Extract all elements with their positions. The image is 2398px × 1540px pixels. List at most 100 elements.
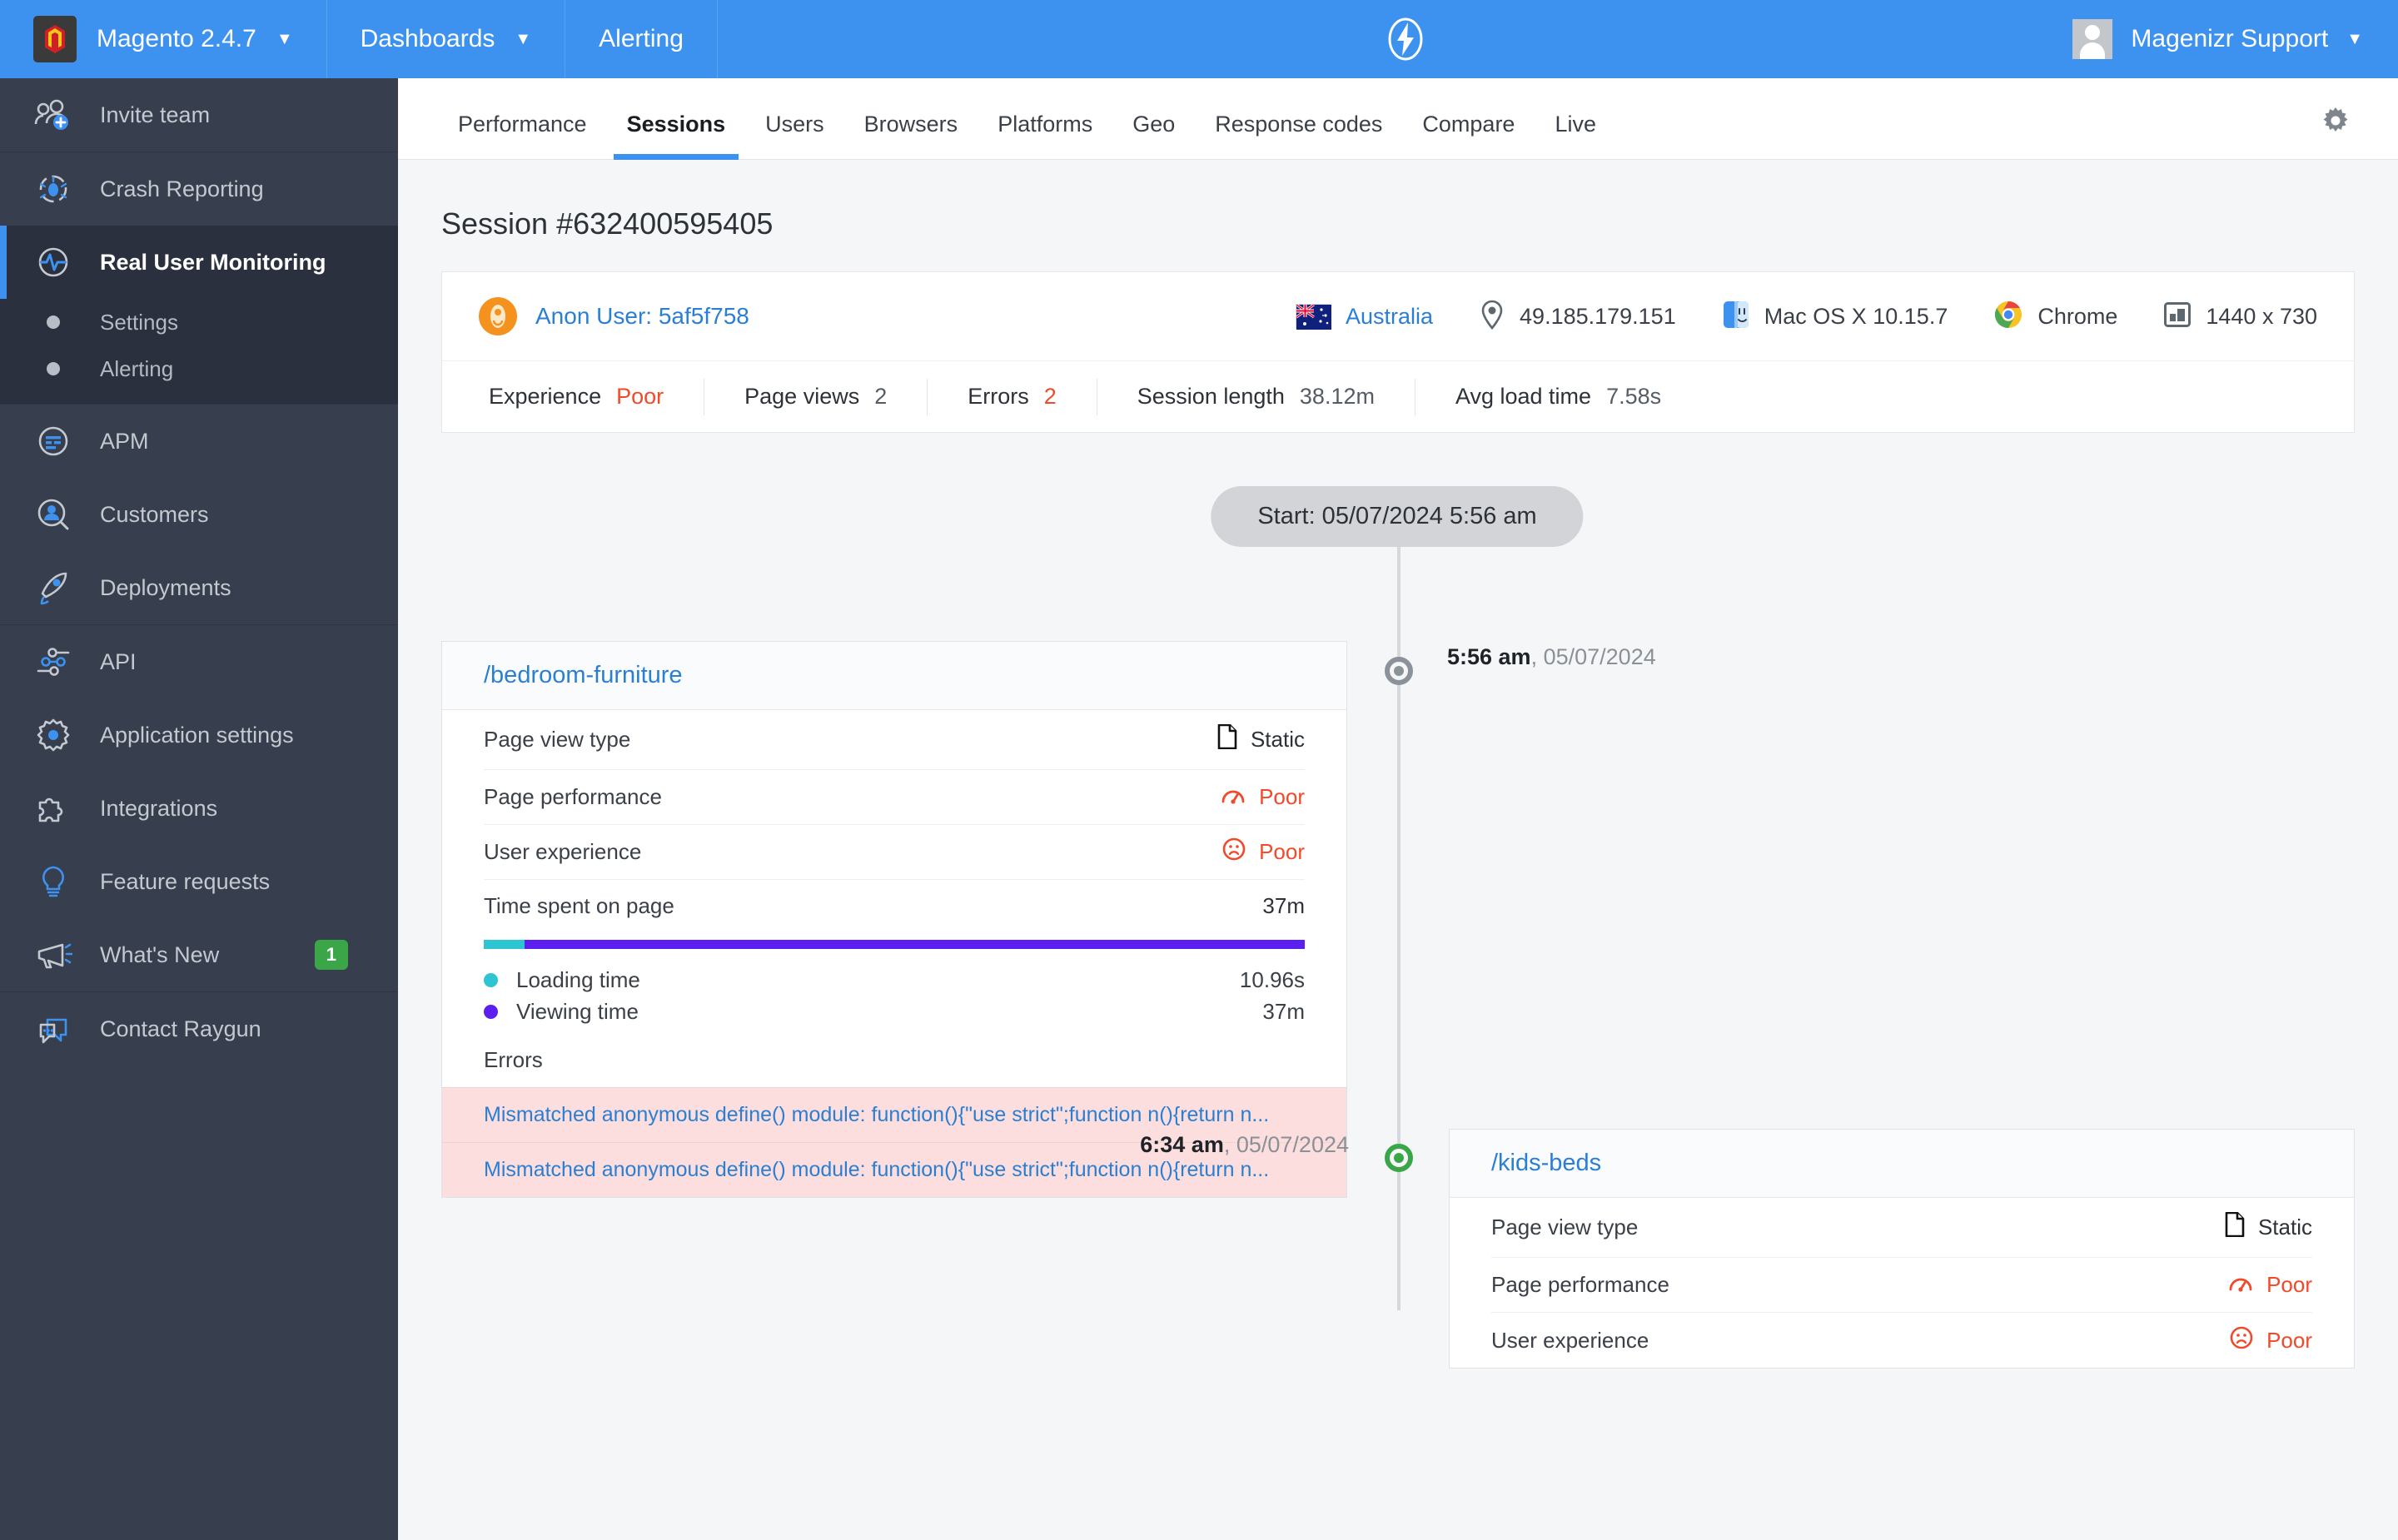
tab-users[interactable]: Users: [745, 112, 844, 159]
stat-label: Session length: [1137, 384, 1285, 409]
anon-user-icon: [479, 297, 517, 335]
top-bar: Magento 2.4.7 ▼ Dashboards ▼ Alerting Ma…: [0, 0, 2398, 78]
sidebar-item-label: What's New: [100, 941, 220, 967]
session-device-meta: Australia 49.185.179.151 Mac OS X 10.15.…: [1295, 300, 2317, 334]
sidebar-item-api[interactable]: API: [0, 625, 398, 698]
row-value: Static: [1217, 723, 1305, 755]
sidebar-item-invite-team[interactable]: Invite team: [0, 78, 398, 152]
timeline-event-time-text: 6:34 am: [1140, 1132, 1224, 1157]
magento-logo-icon: [33, 16, 77, 62]
deployments-icon: [30, 564, 77, 611]
legend-value: 10.96s: [1239, 966, 1305, 992]
sidebar-item-label: Real User Monitoring: [100, 249, 326, 275]
dashboards-menu[interactable]: Dashboards ▼: [327, 0, 566, 78]
tab-live[interactable]: Live: [1535, 112, 1616, 159]
api-icon: [30, 638, 77, 685]
country-meta[interactable]: Australia: [1295, 303, 1434, 330]
brand-menu[interactable]: Magento 2.4.7 ▼: [0, 0, 327, 78]
sidebar-item-label: Customers: [100, 501, 209, 527]
anon-user[interactable]: Anon User: 5af5f758: [479, 297, 749, 335]
sidebar-item-customers[interactable]: Customers: [0, 478, 398, 551]
tab-response-codes[interactable]: Response codes: [1195, 112, 1402, 159]
session-timeline: Start: 05/07/2024 5:56 am 5:56 am, 05/07…: [398, 478, 2398, 1369]
sidebar: Invite team Crash Reporting Real User Mo…: [0, 78, 398, 1540]
browser-meta: Chrome: [1994, 301, 2117, 333]
row-value-text: Static: [2257, 1215, 2312, 1239]
tab-performance[interactable]: Performance: [438, 112, 607, 159]
pageview-row-page-view-type: Page view type Static: [484, 710, 1305, 770]
stat-value: 2: [874, 384, 888, 409]
row-label: Page performance: [1491, 1272, 1669, 1297]
sidebar-item-alerting[interactable]: Alerting: [0, 345, 398, 392]
gear-icon[interactable]: [2320, 105, 2351, 141]
sidebar-item-crash-reporting[interactable]: Crash Reporting: [0, 152, 398, 226]
sidebar-item-application-settings[interactable]: Application settings: [0, 698, 398, 772]
pageview-row-page-performance: Page performance Poor: [484, 770, 1305, 825]
stat-errors: Errors 2: [927, 378, 1097, 415]
sidebar-item-real-user-monitoring[interactable]: Real User Monitoring: [0, 226, 398, 299]
row-value: Poor: [1222, 837, 1305, 867]
timeline-start-pill: Start: 05/07/2024 5:56 am: [1211, 486, 1584, 547]
tab-geo[interactable]: Geo: [1112, 112, 1195, 159]
sidebar-item-deployments[interactable]: Deployments: [0, 551, 398, 624]
timeline-marker[interactable]: [1385, 1144, 1413, 1172]
sidebar-item-feature-requests[interactable]: Feature requests: [0, 845, 398, 918]
tab-sessions[interactable]: Sessions: [607, 112, 746, 160]
stat-label: Experience: [489, 384, 602, 409]
lightning-bolt-icon[interactable]: [1381, 14, 1430, 64]
timeline-event-time-text: 5:56 am: [1447, 644, 1531, 669]
stat-label: Page views: [744, 384, 860, 409]
stat-value: 2: [1043, 384, 1057, 409]
pageview-card: /kids-beds Page view type Static Page pe…: [1449, 1129, 2355, 1369]
tab-compare[interactable]: Compare: [1402, 112, 1535, 159]
country-label: Australia: [1345, 303, 1434, 329]
crash-reporting-icon: [30, 166, 77, 212]
stat-value: Poor: [616, 384, 664, 409]
avatar: [2072, 19, 2113, 59]
chat-icon: [30, 1006, 77, 1052]
stat-label: Errors: [968, 384, 1029, 409]
bullet-icon: [30, 315, 77, 329]
sidebar-group-contact: Contact Raygun: [0, 992, 398, 1066]
sidebar-item-apm[interactable]: APM: [0, 405, 398, 478]
whats-new-badge: 1: [314, 940, 348, 970]
sidebar-subitem-label: Alerting: [100, 355, 174, 381]
pageview-row-user-experience: User experience Poor: [484, 825, 1305, 880]
tab-browsers[interactable]: Browsers: [844, 112, 978, 159]
gauge-icon: [2228, 1272, 2253, 1298]
row-label: Time spent on page: [484, 892, 674, 918]
timeline-event-time: 5:56 am, 05/07/2024: [1447, 644, 1656, 670]
timeline-marker[interactable]: [1385, 657, 1413, 685]
sidebar-item-whats-new[interactable]: What's New 1: [0, 918, 398, 991]
session-stats-row: Experience Poor Page views 2 Errors 2 Se…: [442, 360, 2354, 432]
stat-value: 7.58s: [1606, 384, 1662, 409]
pageview-header[interactable]: /bedroom-furniture: [442, 642, 1346, 710]
row-label: Page performance: [484, 784, 662, 809]
legend-dot-icon: [484, 972, 498, 987]
pageview-url: /bedroom-furniture: [484, 662, 683, 688]
document-icon: [1217, 723, 1237, 755]
sidebar-item-contact-raygun[interactable]: Contact Raygun: [0, 992, 398, 1066]
document-icon: [2225, 1211, 2245, 1243]
user-menu[interactable]: Magenizr Support ▼: [2072, 0, 2363, 78]
sidebar-item-settings[interactable]: Settings: [0, 299, 398, 345]
ip-label: 49.185.179.151: [1520, 303, 1676, 329]
sidebar-group-products: APM Customers Deployments: [0, 405, 398, 625]
sidebar-item-integrations[interactable]: Integrations: [0, 772, 398, 845]
macos-finder-icon: [1723, 301, 1749, 333]
timeline-event-time: 6:34 am, 05/07/2024: [1064, 1132, 1349, 1158]
sidebar-group-monitoring: Crash Reporting Real User Monitoring Set…: [0, 152, 398, 405]
tab-platforms[interactable]: Platforms: [978, 112, 1112, 159]
stat-experience: Experience Poor: [479, 379, 704, 415]
sad-face-icon: [1222, 837, 1246, 867]
pageview-header[interactable]: /kids-beds: [1450, 1130, 2354, 1198]
loading-time-bar: [484, 940, 525, 949]
chevron-down-icon: ▼: [515, 30, 532, 48]
row-value-text: Static: [1250, 727, 1305, 752]
timeline-event-date-text: 05/07/2024: [1236, 1132, 1349, 1157]
gauge-icon: [1221, 784, 1246, 810]
pageview-url: /kids-beds: [1491, 1150, 1602, 1176]
pageview-row-time-spent: Time spent on page 37m: [484, 880, 1305, 931]
alerting-menu[interactable]: Alerting: [565, 0, 718, 78]
legend-loading-time: Loading time 10.96s: [484, 964, 1305, 996]
